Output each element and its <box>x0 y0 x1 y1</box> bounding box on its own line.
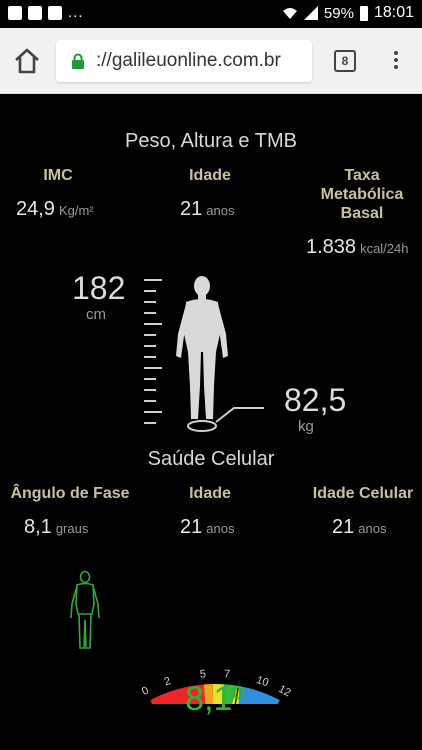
imc-value: 24,9 Kg/m² <box>16 198 94 221</box>
angulo-value: 8,1 graus <box>24 516 88 539</box>
battery-icon <box>359 5 368 21</box>
tmb-label-line1: Taxa <box>344 167 380 184</box>
image-notification-icon <box>8 5 22 20</box>
status-bar: ... 59% 18:01 <box>0 0 422 28</box>
tmb-label-line2: Metabólica <box>320 186 404 203</box>
url-text: ://galileuonline.com.br <box>96 50 281 71</box>
peso-value: 82,5 <box>284 382 347 418</box>
height-ruler <box>144 279 162 424</box>
gauge-tick-label: 7 <box>224 668 231 680</box>
tmb-label: Taxa Metabólica Basal <box>300 166 422 223</box>
gauge-value-label: 8,1º <box>185 680 245 718</box>
saude-idade-label: Idade <box>189 485 231 502</box>
idade-celular-value: 21 anos <box>332 516 386 539</box>
idade-celular-label: Idade Celular <box>312 485 414 502</box>
imc-unit: Kg/m² <box>58 203 94 218</box>
angulo-number: 8,1 <box>24 516 52 538</box>
saude-idade-number: 21 <box>180 516 203 538</box>
page-content: Peso, Altura e TMB IMC Idade Taxa Metabó… <box>0 94 422 750</box>
idade-number: 21 <box>180 198 203 220</box>
tmb-number: 1.838 <box>306 236 357 258</box>
idade-value: 21 anos <box>180 198 234 221</box>
lock-icon <box>72 53 84 69</box>
altura-unit: cm <box>86 306 106 323</box>
battery-percent: 59% <box>323 4 354 22</box>
overflow-menu-icon[interactable] <box>386 48 406 74</box>
saude-idade-value: 21 anos <box>180 516 234 539</box>
signal-icon <box>303 6 318 20</box>
peso-altura-tmb-title: Peso, Altura e TMB <box>125 130 297 152</box>
home-icon[interactable] <box>12 46 42 76</box>
imc-number: 24,9 <box>16 198 55 220</box>
gauge-tick-label: 12 <box>276 683 292 699</box>
saude-idade-unit: anos <box>206 521 235 536</box>
angulo-label: Ângulo de Fase <box>10 485 130 502</box>
gauge-tick-label: 0 <box>140 685 151 698</box>
angulo-unit: graus <box>55 521 89 536</box>
tmb-label-line3: Basal <box>340 205 384 222</box>
idade-celular-unit: anos <box>358 521 387 536</box>
gauge-tick-label: 5 <box>199 668 206 680</box>
browser-toolbar: ://galileuonline.com.br 8 <box>0 28 422 94</box>
address-bar[interactable]: ://galileuonline.com.br <box>56 40 312 82</box>
wifi-icon <box>282 8 297 19</box>
body-figure <box>176 276 228 419</box>
facebook-notification-icon <box>28 5 42 20</box>
app-notification-icon <box>48 5 62 20</box>
saude-celular-title: Saúde Celular <box>147 448 275 470</box>
clock: 18:01 <box>373 4 414 21</box>
more-notifications: ... <box>68 4 84 21</box>
idade-celular-number: 21 <box>332 516 355 538</box>
altura-value: 182 <box>72 270 126 306</box>
idade-label: Idade <box>189 167 231 184</box>
scale-illustration <box>187 407 264 432</box>
tmb-unit: kcal/24h <box>360 241 409 256</box>
imc-label: IMC <box>43 167 73 184</box>
idade-unit: anos <box>206 203 235 218</box>
peso-unit: kg <box>298 418 314 435</box>
tab-switcher-button[interactable]: 8 <box>334 50 356 72</box>
tmb-value: 1.838 kcal/24h <box>306 236 408 259</box>
